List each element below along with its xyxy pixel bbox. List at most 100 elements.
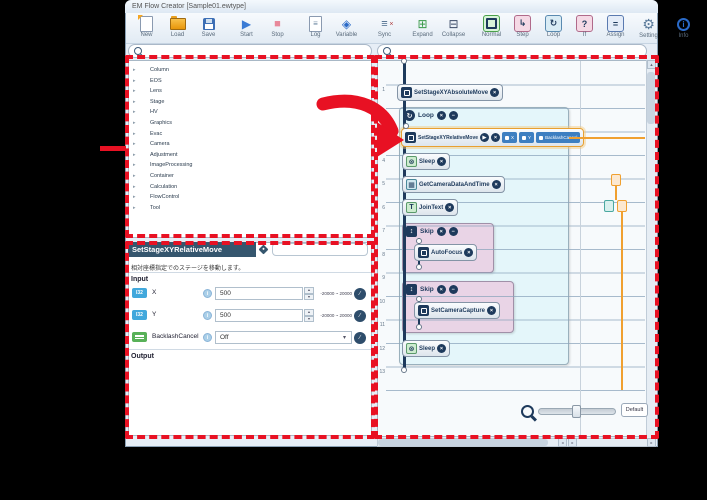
flow-node-setcameracapture[interactable]: SetCameraCapture × [414, 302, 501, 319]
flow-node-sleep[interactable]: ⊗ Sleep × [402, 340, 451, 357]
flow-node-setstagexyabsolutemove[interactable]: SetStageXYAbsoluteMove × [397, 84, 504, 101]
connector-marker[interactable] [611, 174, 621, 186]
connector-port[interactable] [416, 264, 422, 270]
param-badge-x[interactable]: X [502, 132, 518, 143]
collapse-icon[interactable]: − [448, 111, 458, 120]
variable-button[interactable]: ◈ Variable [331, 15, 362, 39]
y-bind-variable-button[interactable]: ∕ [354, 310, 366, 322]
close-icon[interactable]: × [437, 344, 447, 353]
expander-icon[interactable]: ▸ [131, 99, 150, 105]
connector-marker[interactable] [604, 200, 614, 212]
info-icon[interactable]: i [203, 289, 212, 298]
info-icon[interactable]: i [203, 333, 212, 342]
param-badge-y[interactable]: Y [519, 132, 535, 143]
connector-port[interactable] [401, 367, 407, 373]
info-button[interactable]: i Info [668, 16, 699, 40]
flow-node-getcameradataandtime[interactable]: ▦ GetCameraDataAndTime × [402, 176, 505, 193]
close-icon[interactable]: × [491, 133, 501, 142]
spin-down-icon[interactable]: ▼ [304, 315, 314, 322]
expander-icon[interactable]: ▸ [131, 184, 150, 190]
if-mode-button[interactable]: ? If [569, 15, 600, 39]
expander-icon[interactable]: ▸ [131, 131, 150, 137]
scroll-up-button[interactable]: ▲ [647, 60, 656, 69]
backlashcancel-bind-variable-button[interactable]: ∕ [354, 332, 366, 344]
palette-item-camera[interactable]: ▸ Camera [131, 139, 369, 149]
connector-port[interactable] [401, 58, 407, 64]
collapse-button[interactable]: ⊟ Collapse [438, 15, 469, 39]
palette-item-imageprocessing[interactable]: ▸ ImageProcessing [131, 160, 369, 170]
expander-icon[interactable]: ▸ [131, 173, 150, 179]
palette-item-container[interactable]: ▸ Container [131, 171, 369, 181]
save-button[interactable]: Save [193, 15, 224, 39]
skip-header[interactable]: ↕ Skip × − [406, 226, 458, 237]
y-value-input[interactable] [215, 309, 303, 322]
close-icon[interactable]: × [491, 180, 501, 189]
connector-port[interactable] [416, 296, 422, 302]
expander-icon[interactable]: ▸ [131, 141, 150, 147]
x-bind-variable-button[interactable]: ∕ [354, 288, 366, 300]
palette-item-evac[interactable]: ▸ Evac [131, 129, 369, 139]
close-icon[interactable]: × [436, 227, 446, 236]
close-icon[interactable]: × [464, 248, 474, 257]
close-icon[interactable]: × [437, 157, 447, 166]
scroll-left-button[interactable]: ◂ [558, 438, 567, 447]
info-icon[interactable]: i [203, 311, 212, 320]
x-value-input[interactable] [215, 287, 303, 300]
load-button[interactable]: Load [162, 15, 193, 39]
log-button[interactable]: ≡ Log [300, 15, 331, 39]
backlashcancel-dropdown[interactable]: Off ▾ [215, 331, 352, 344]
palette-item-calculation[interactable]: ▸ Calculation [131, 182, 369, 192]
spin-down-icon[interactable]: ▼ [304, 293, 314, 300]
flow-node-jointext[interactable]: T JoinText × [402, 199, 459, 216]
palette-item-column[interactable]: ▸ Column [131, 65, 369, 75]
expander-icon[interactable]: ▸ [131, 88, 150, 94]
node-name-input[interactable] [272, 243, 368, 256]
palette-search-input[interactable] [145, 47, 339, 55]
collapse-icon[interactable]: − [448, 227, 458, 236]
connector-port[interactable] [403, 123, 409, 129]
expander-icon[interactable]: ▸ [131, 205, 150, 211]
close-icon[interactable]: × [445, 203, 455, 212]
skip-header[interactable]: ↕ Skip × − [406, 284, 458, 295]
expander-icon[interactable]: ▸ [131, 152, 150, 158]
zoom-default-button[interactable]: Default [621, 403, 648, 417]
palette-item-hv[interactable]: ▸ HV [131, 107, 369, 117]
connector-port[interactable] [416, 238, 422, 244]
normal-mode-button[interactable]: Normal [476, 15, 507, 39]
expander-icon[interactable]: ▸ [131, 120, 150, 126]
flow-search-input[interactable] [394, 47, 609, 55]
flow-node-sleep[interactable]: ⊗ Sleep × [402, 153, 451, 170]
scroll-right-button[interactable]: ▸ [568, 438, 577, 447]
palette-item-flowcontrol[interactable]: ▸ FlowControl [131, 192, 369, 202]
palette-item-adjustment[interactable]: ▸ Adjustment [131, 150, 369, 160]
new-button[interactable]: New [131, 14, 162, 39]
loop-mode-button[interactable]: ↻ Loop [538, 15, 569, 39]
sync-button[interactable]: ≡ × Sync [369, 15, 400, 39]
palette-item-stage[interactable]: ▸ Stage [131, 97, 369, 107]
flow-search[interactable] [377, 44, 647, 58]
close-icon[interactable]: × [436, 285, 446, 294]
expander-icon[interactable]: ▸ [131, 194, 150, 200]
expander-icon[interactable]: ▸ [131, 67, 150, 73]
close-icon[interactable]: × [490, 88, 500, 97]
zoom-slider-thumb[interactable] [572, 405, 581, 418]
setting-button[interactable]: ⚙ Setting [633, 16, 664, 40]
expander-icon[interactable]: ▸ [131, 109, 150, 115]
collapse-icon[interactable]: − [448, 285, 458, 294]
palette-item-lens[interactable]: ▸ Lens [131, 86, 369, 96]
close-icon[interactable]: × [487, 306, 497, 315]
close-icon[interactable]: × [436, 111, 446, 120]
palette-item-tool[interactable]: ▸ Tool [131, 203, 369, 213]
expand-button[interactable]: ⊞ Expand [407, 15, 438, 39]
x-spinner[interactable]: ▲ ▼ [304, 287, 314, 300]
connector-marker[interactable] [617, 200, 627, 212]
expander-icon[interactable]: ▸ [131, 162, 150, 168]
expander-icon[interactable]: ▸ [131, 78, 150, 84]
vertical-scrollbar-thumb[interactable] [647, 72, 655, 124]
palette-item-graphics[interactable]: ▸ Graphics [131, 118, 369, 128]
loop-header[interactable]: ↻ Loop × − [404, 110, 458, 121]
y-spinner[interactable]: ▲ ▼ [304, 309, 314, 322]
step-mode-button[interactable]: ↳ Step [507, 15, 538, 39]
connector-port[interactable] [416, 324, 422, 330]
play-icon[interactable]: ▶ [480, 133, 490, 142]
